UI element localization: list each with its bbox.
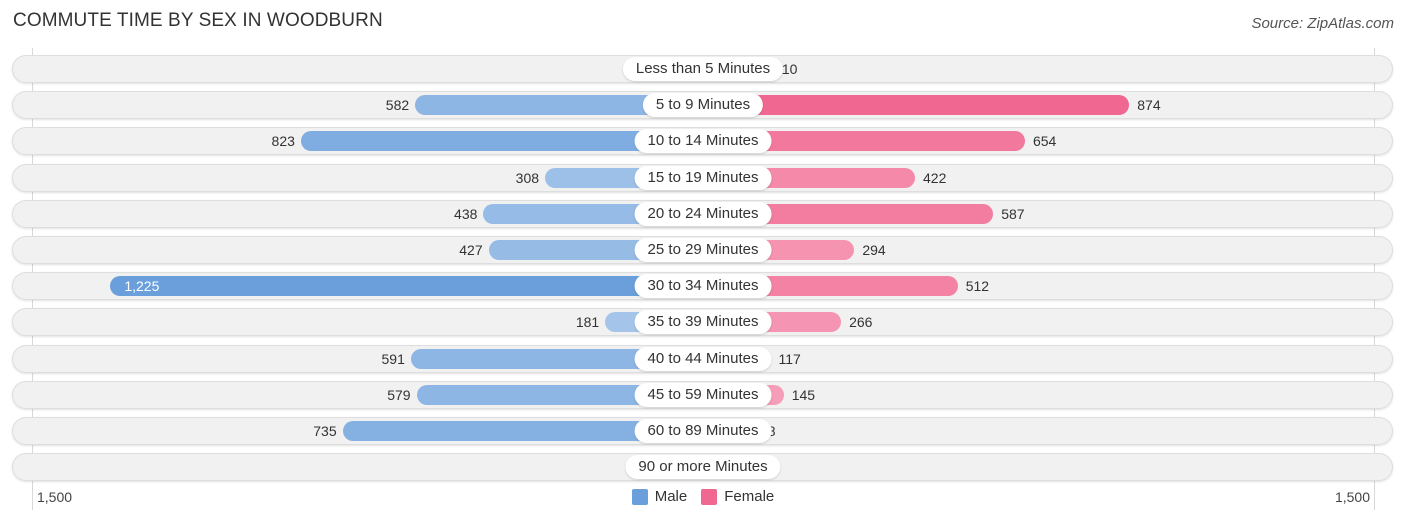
category-label: 10 to 14 Minutes [634,129,772,154]
value-label-male: 308 [515,169,540,186]
value-label-male: 823 [271,133,295,150]
category-label: 40 to 44 Minutes [634,346,772,371]
value-label-female: 654 [1032,133,1057,150]
value-label-male: 735 [313,423,337,439]
value-label-male: 181 [575,314,600,331]
category-label: 25 to 29 Minutes [634,238,772,262]
category-label: 35 to 39 Minutes [634,310,772,335]
category-label: Less than 5 Minutes [622,57,784,81]
value-label-male: 579 [387,386,411,403]
bar-male[interactable] [110,276,703,297]
category-label: 45 to 59 Minutes [634,382,772,407]
value-label-female: 145 [791,386,816,403]
category-label: 90 or more Minutes [625,455,781,480]
value-label-female: 587 [1001,205,1025,222]
value-label-male: 427 [459,242,483,258]
category-label: 30 to 34 Minutes [634,274,772,299]
value-label-male: 591 [381,350,405,367]
value-label-female: 266 [849,314,873,331]
chart-title: COMMUTE TIME BY SEX IN WOODBURN [13,10,383,31]
value-label-female: 117 [778,350,801,367]
legend: Male Female [0,488,1406,505]
category-label: 15 to 19 Minutes [634,165,772,190]
value-label-female: 294 [862,242,886,258]
bar-female[interactable] [703,95,1130,116]
legend-item-female[interactable]: Female [701,488,774,505]
value-label-female: 512 [965,278,990,295]
source-label: Source: ZipAtlas.com [1251,15,1394,32]
value-label-male: 1,225 [124,278,160,295]
value-label-female: 422 [923,169,947,186]
legend-label-female: Female [724,488,775,505]
legend-label-male: Male [654,488,688,505]
value-label-male: 582 [385,97,410,114]
legend-item-male[interactable]: Male [631,488,688,505]
legend-swatch-female [701,488,718,505]
value-label-female: 874 [1137,97,1161,114]
category-label: 5 to 9 Minutes [642,93,764,118]
value-label-male: 438 [454,205,478,222]
category-label: 20 to 24 Minutes [634,201,772,226]
category-label: 60 to 89 Minutes [634,419,772,443]
legend-swatch-male [631,488,648,505]
